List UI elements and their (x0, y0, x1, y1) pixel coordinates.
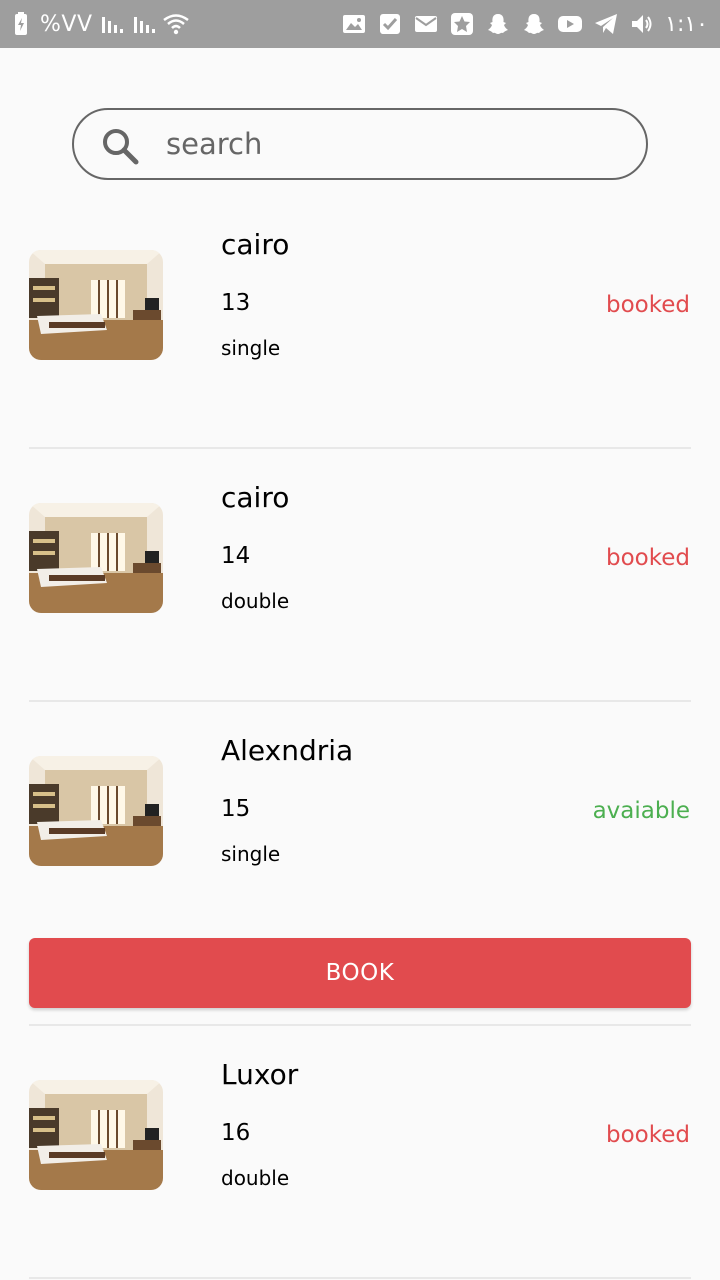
room-thumbnail (29, 1080, 163, 1190)
signal-icon (131, 11, 157, 37)
mail-icon (413, 11, 439, 37)
snapchat-icon (485, 11, 511, 37)
room-thumbnail (29, 250, 163, 360)
list-item[interactable]: Alexndria 15 single avaiable (0, 734, 720, 934)
room-thumbnail (29, 756, 163, 866)
checkbox-icon (377, 11, 403, 37)
room-city: Luxor (221, 1058, 299, 1091)
status-bar: %VV ١:١٠ (0, 0, 720, 48)
clock: ١:١٠ (665, 11, 708, 37)
list-item[interactable]: Luxor 16 double booked (0, 1058, 720, 1278)
star-app-icon (449, 11, 475, 37)
divider (29, 1024, 691, 1026)
divider (29, 700, 691, 702)
status-booked: booked (606, 545, 690, 571)
signal-icon (99, 11, 125, 37)
room-number: 16 (221, 1120, 251, 1146)
battery-percent: %VV (40, 11, 93, 37)
room-number: 14 (221, 543, 251, 569)
battery-charging-icon (8, 11, 34, 37)
room-number: 15 (221, 796, 251, 822)
search-bar[interactable] (72, 108, 648, 180)
youtube-icon (557, 11, 583, 37)
room-city: cairo (221, 481, 290, 514)
wifi-icon (162, 11, 189, 37)
divider (29, 447, 691, 449)
status-booked: booked (606, 292, 690, 318)
room-number: 13 (221, 290, 251, 316)
room-type: double (221, 589, 290, 613)
room-type: double (221, 1166, 290, 1190)
status-available: avaiable (592, 798, 690, 824)
list-item[interactable]: cairo 14 double booked (0, 481, 720, 701)
book-button[interactable]: BOOK (29, 938, 691, 1008)
room-type: single (221, 842, 281, 866)
telegram-icon (593, 11, 619, 37)
room-thumbnail (29, 503, 163, 613)
search-icon[interactable] (100, 126, 140, 166)
volume-icon (629, 11, 655, 37)
room-type: single (221, 336, 281, 360)
room-city: Alexndria (221, 734, 354, 767)
status-booked: booked (606, 1122, 690, 1148)
list-item[interactable]: cairo 13 single booked (0, 228, 720, 448)
room-city: cairo (221, 228, 290, 261)
search-input[interactable] (166, 120, 626, 168)
image-icon (341, 11, 367, 37)
divider (29, 1277, 691, 1279)
snapchat-icon (521, 11, 547, 37)
